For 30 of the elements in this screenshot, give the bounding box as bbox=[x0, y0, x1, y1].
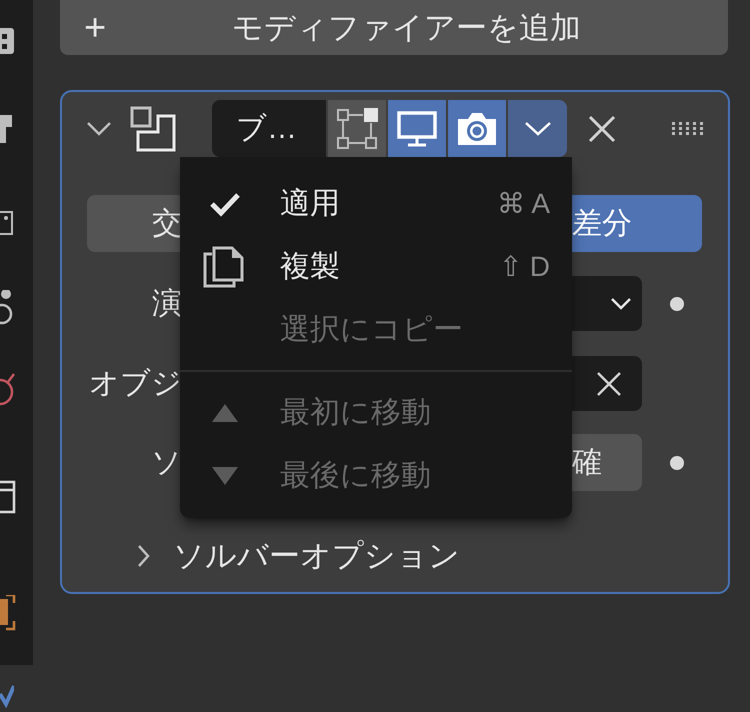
close-icon[interactable] bbox=[587, 114, 617, 144]
drag-handle-icon[interactable] bbox=[672, 122, 706, 136]
edit-mode-toggle[interactable] bbox=[328, 100, 386, 157]
section-header[interactable]: ソルバーオプション bbox=[173, 532, 460, 580]
camera-icon bbox=[456, 110, 498, 146]
field-label: ソ bbox=[150, 445, 182, 481]
expand-icon[interactable] bbox=[137, 544, 151, 568]
add-modifier-button[interactable]: + モディファイアーを追加 bbox=[60, 0, 728, 55]
menu-item-label: 適用 bbox=[280, 186, 340, 222]
menu-item-label: 複製 bbox=[280, 249, 340, 285]
chevron-down-icon bbox=[524, 120, 552, 136]
vertices-icon bbox=[335, 106, 379, 150]
chevron-down-icon bbox=[610, 296, 632, 310]
monitor-icon bbox=[396, 110, 438, 148]
dropdown-button[interactable] bbox=[508, 100, 567, 157]
menu-item-label: 最初に移動 bbox=[280, 395, 431, 431]
clear-icon[interactable] bbox=[596, 370, 622, 396]
triangle-down-icon bbox=[211, 466, 239, 486]
triangle-up-icon bbox=[211, 402, 239, 422]
collapse-icon[interactable] bbox=[84, 120, 114, 136]
field-label: オブジ bbox=[88, 366, 182, 402]
viewport-toggle[interactable] bbox=[388, 100, 446, 157]
checkmark-icon bbox=[209, 190, 241, 216]
menu-item-label: 選択にコピー bbox=[280, 312, 463, 348]
render-toggle[interactable] bbox=[448, 100, 506, 157]
boolean-modifier-icon bbox=[130, 106, 176, 152]
shortcut-label: ⇧ D bbox=[499, 250, 551, 284]
field-label: 演 bbox=[151, 286, 182, 322]
name-field[interactable]: ブ… bbox=[212, 100, 326, 157]
menu-item-label: 最後に移動 bbox=[280, 458, 431, 494]
